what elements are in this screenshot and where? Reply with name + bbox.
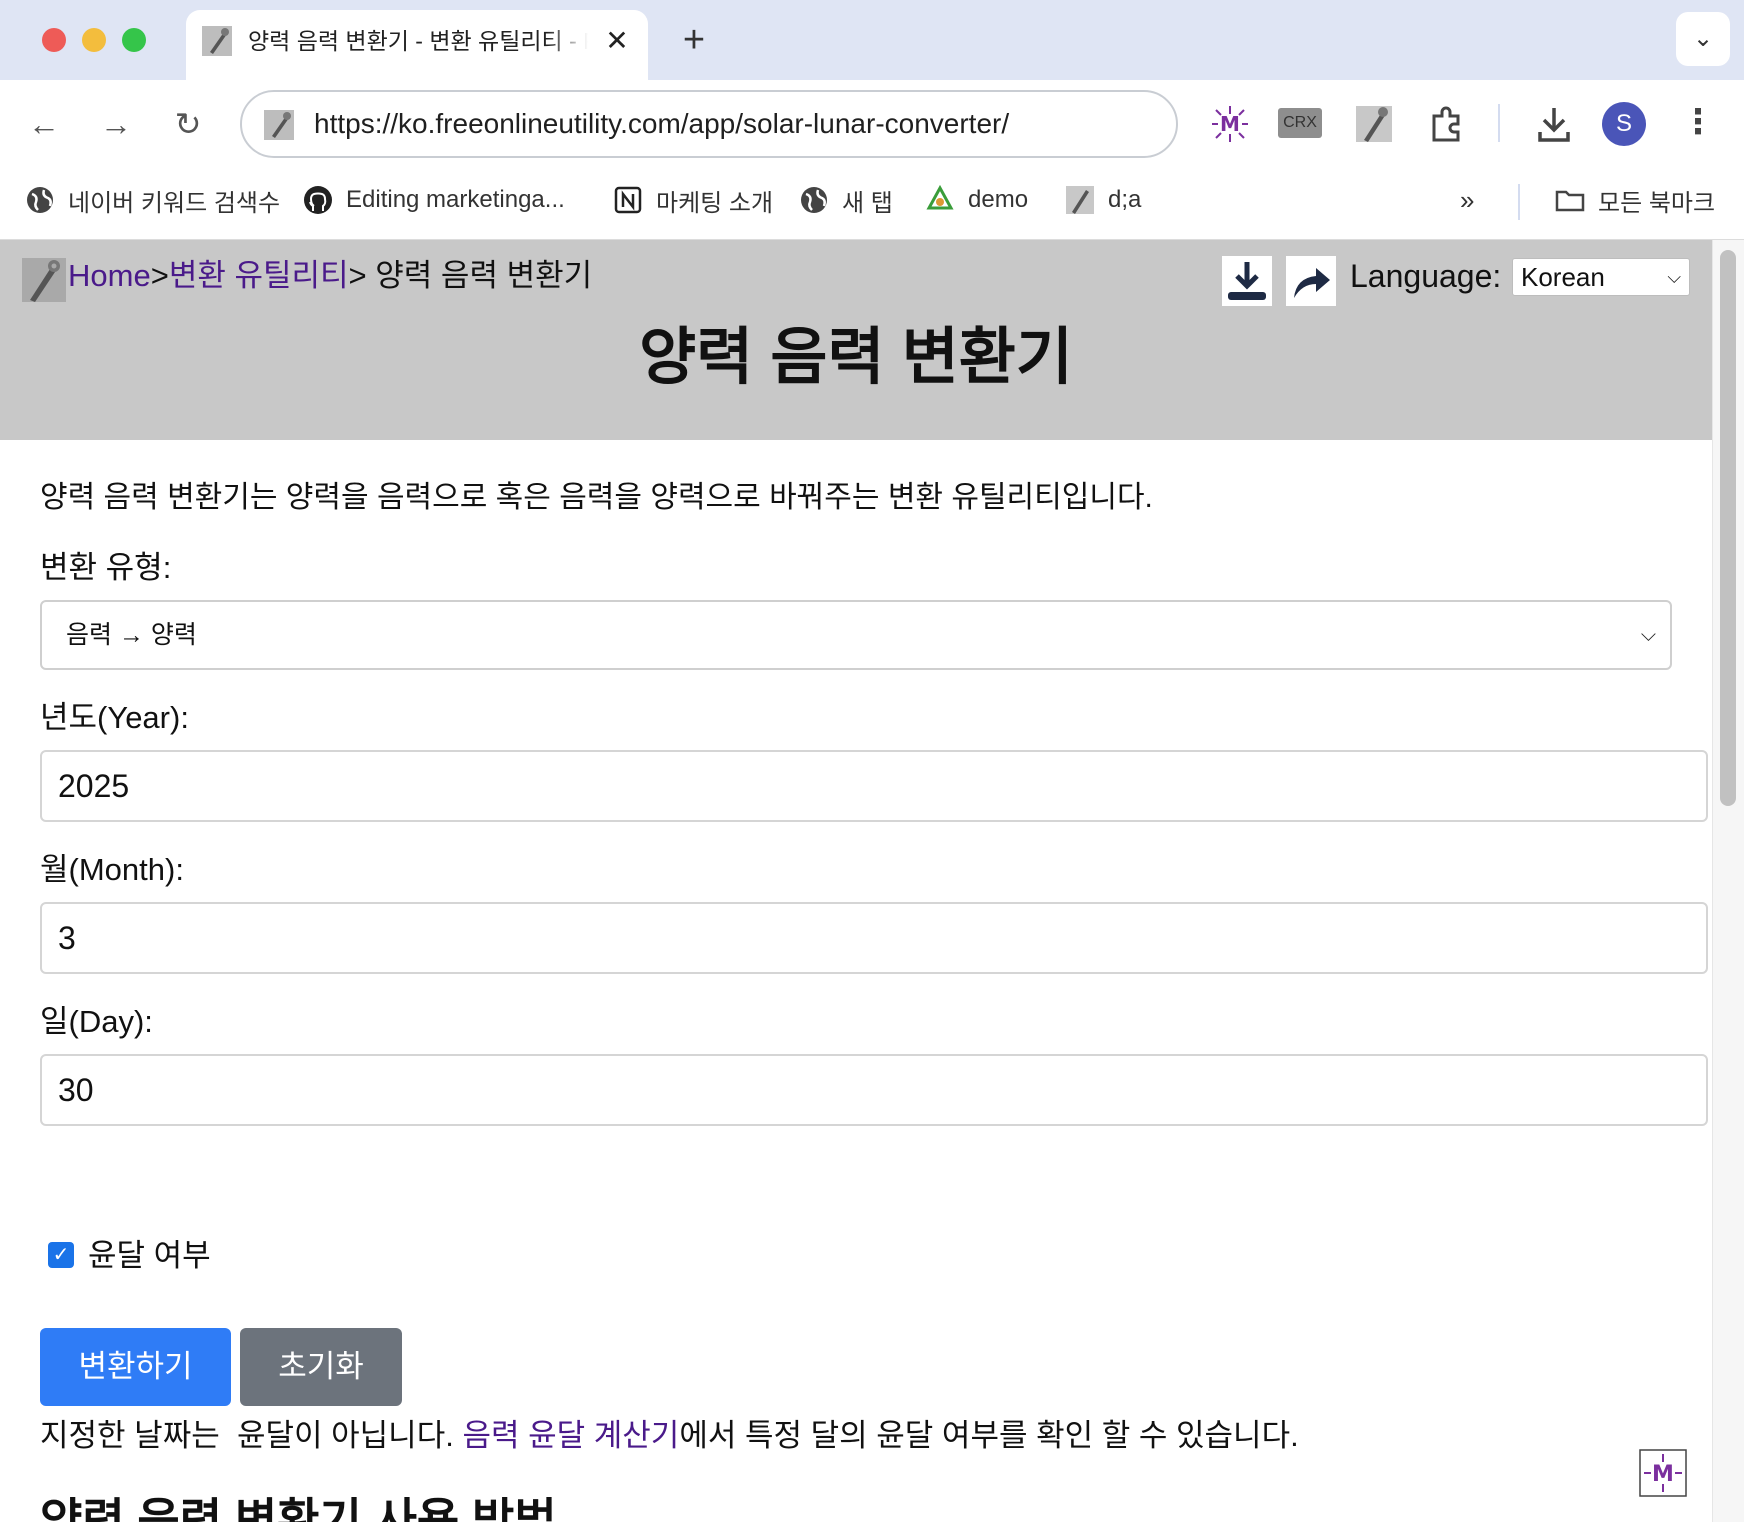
language-value: Korean [1521, 262, 1605, 292]
globe-icon [801, 187, 827, 213]
month-input[interactable]: 3 [40, 902, 1708, 974]
bookmark-label: 새 탭 [842, 189, 893, 217]
day-label: 일(Day): [40, 1004, 153, 1039]
toolbar-divider [1498, 104, 1500, 142]
breadcrumb-separator: > [150, 258, 169, 293]
bookmark-label: Editing marketinga... [346, 186, 565, 213]
share-icon[interactable] [1286, 256, 1336, 306]
double-chevron-right-icon: » [1460, 184, 1475, 215]
bookmark-item[interactable]: Editing marketinga... [302, 180, 565, 220]
breadcrumb: Home>변환 유틸리티> 양력 음력 변환기 [68, 254, 592, 298]
chevron-down-icon: ⌵ [1667, 267, 1681, 287]
tab-search-button[interactable]: ⌄ [1676, 12, 1730, 66]
wrench-icon [1066, 186, 1094, 214]
bookmark-label: 네이버 키워드 검색수 [68, 189, 281, 217]
profile-avatar[interactable]: S [1602, 102, 1646, 146]
globe-icon [27, 187, 53, 213]
tab-title: 양력 음력 변환기 - 변환 유틸리티 - Free Online Utilit… [248, 28, 588, 54]
bookmark-item[interactable]: 네이버 키워드 검색수 [24, 180, 280, 220]
bookmarks-divider [1518, 184, 1520, 220]
bookmark-item[interactable]: d;a [1064, 180, 1141, 220]
more-bookmarks-button[interactable]: » [1460, 180, 1474, 220]
leap-month-label[interactable]: 윤달 여부 [88, 1234, 211, 1278]
year-input[interactable]: 2025 [40, 750, 1708, 822]
recycle-icon [926, 184, 954, 210]
intro-text: 양력 음력 변환기는 양력을 음력으로 혹은 음력을 양력으로 바꿔주는 변환 … [40, 481, 1153, 514]
back-button[interactable]: ← [20, 100, 68, 148]
bookmark-label: 마케팅 소개 [656, 189, 774, 217]
language-select[interactable]: Korean ⌵ [1512, 258, 1690, 296]
m-star-extension-icon[interactable]: M [1206, 100, 1254, 148]
wrench-icon [202, 26, 232, 56]
bookmark-label: demo [968, 186, 1029, 213]
menu-icon[interactable]: ⋮ [1674, 100, 1722, 148]
page-viewport: Home>변환 유틸리티> 양력 음력 변환기 Language: Korean… [0, 240, 1712, 1522]
bookmark-item[interactable]: 마케팅 소개 [612, 180, 773, 220]
svg-text:M: M [1220, 112, 1240, 136]
wrench-icon[interactable] [1350, 100, 1398, 148]
result-suffix: 에서 특정 달의 윤달 여부를 확인 할 수 있습니다. [679, 1418, 1299, 1453]
month-label: 월(Month): [40, 852, 184, 887]
arrow-right-icon: → [100, 106, 132, 142]
close-window-button[interactable] [42, 28, 66, 52]
conversion-type-label: 변환 유형: [40, 550, 172, 585]
arrow-left-icon: ← [28, 106, 60, 142]
puzzle-icon[interactable] [1422, 100, 1470, 148]
close-tab-button[interactable]: ✕ [600, 24, 634, 58]
forward-button[interactable]: → [92, 100, 140, 148]
reload-button[interactable]: ↻ [164, 100, 212, 148]
leap-month-calculator-link[interactable]: 음력 윤달 계산기 [462, 1418, 679, 1453]
folder-icon [1555, 190, 1585, 212]
breadcrumb-current: 양력 음력 변환기 [375, 258, 593, 293]
browser-tab-strip: 양력 음력 변환기 - 변환 유틸리티 - Free Online Utilit… [0, 0, 1744, 80]
chevron-down-icon: ⌵ [1640, 624, 1656, 646]
site-header: Home>변환 유틸리티> 양력 음력 변환기 Language: Korean… [0, 240, 1712, 440]
wrench-icon [264, 110, 294, 140]
language-label: Language: [1350, 258, 1502, 294]
scrollbar-thumb[interactable] [1720, 250, 1736, 806]
convert-button[interactable]: 변환하기 [40, 1328, 231, 1406]
result-prefix: 지정한 날짜는 윤달이 아닙니다. [40, 1418, 463, 1453]
bookmark-item[interactable]: 새 탭 [798, 180, 893, 220]
svg-text:M: M [1652, 1462, 1674, 1487]
browser-toolbar: ← → ↻ https://ko.freeonlineutility.com/a… [0, 80, 1744, 166]
reset-button[interactable]: 초기화 [240, 1328, 402, 1406]
page-title: 양력 음력 변환기 [639, 323, 1073, 392]
checkmark-icon: ✓ [52, 1244, 70, 1266]
notion-icon [614, 186, 642, 214]
conversion-type-value: 음력 → 양력 [66, 621, 197, 649]
breadcrumb-separator: > [348, 258, 376, 293]
section-title-how-to-use: 양력 음력 변환기 사용 방법 [40, 1494, 557, 1522]
crx-extension-icon[interactable]: CRX [1278, 108, 1322, 138]
site-logo-wrench-icon[interactable] [20, 256, 68, 304]
breadcrumb-home-link[interactable]: Home [68, 258, 151, 293]
download-app-icon[interactable] [1222, 256, 1272, 306]
download-icon[interactable] [1530, 100, 1578, 148]
year-label: 년도(Year): [40, 700, 189, 735]
url-text: https://ko.freeonlineutility.com/app/sol… [314, 108, 1010, 139]
chevron-down-icon: ⌄ [1692, 25, 1714, 52]
bookmarks-bar: 네이버 키워드 검색수 Editing marketinga... 마케팅 소개… [0, 166, 1744, 240]
leap-month-checkbox[interactable]: ✓ [48, 1242, 74, 1268]
bookmark-label: d;a [1108, 186, 1142, 213]
all-bookmarks-label: 모든 북마크 [1598, 189, 1716, 217]
zoom-window-button[interactable] [122, 28, 146, 52]
github-icon [304, 186, 332, 214]
new-tab-button[interactable]: + [672, 18, 716, 62]
result-text: 지정한 날짜는 윤달이 아닙니다. 음력 윤달 계산기에서 특정 달의 윤달 여… [40, 1414, 1299, 1458]
bookmark-item[interactable]: demo [924, 180, 1028, 220]
address-bar[interactable]: https://ko.freeonlineutility.com/app/sol… [240, 90, 1178, 158]
m-star-floating-icon[interactable]: M [1638, 1448, 1688, 1498]
minimize-window-button[interactable] [82, 28, 106, 52]
breadcrumb-category-link[interactable]: 변환 유틸리티 [169, 258, 349, 293]
all-bookmarks-button[interactable]: 모든 북마크 [1554, 180, 1715, 220]
active-tab[interactable]: 양력 음력 변환기 - 변환 유틸리티 - Free Online Utilit… [186, 10, 648, 80]
day-input[interactable]: 30 [40, 1054, 1708, 1126]
reload-icon: ↻ [174, 106, 202, 142]
conversion-type-select[interactable]: 음력 → 양력 ⌵ [40, 600, 1672, 670]
